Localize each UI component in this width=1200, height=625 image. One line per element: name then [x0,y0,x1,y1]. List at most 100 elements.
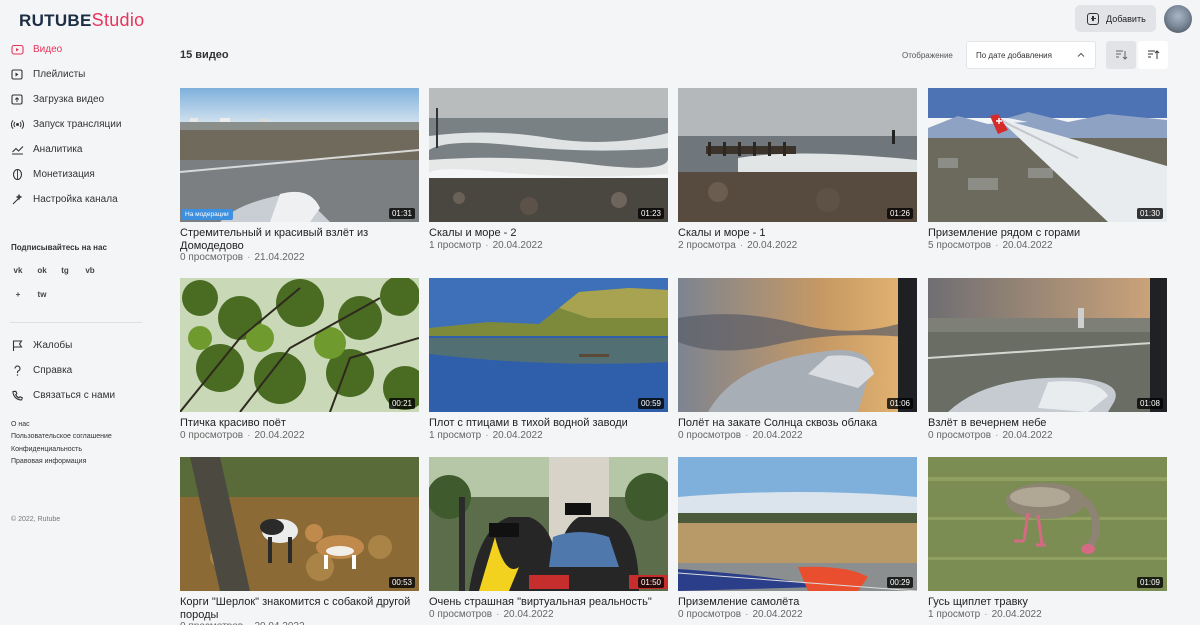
duration-badge: 01:08 [1136,398,1163,409]
video-thumbnail[interactable]: 01:50 [429,457,668,591]
video-thumbnail[interactable]: 00:21 [180,278,419,412]
support-item[interactable]: Жалобы [11,336,72,354]
support-item[interactable]: Связаться с нами [11,386,115,404]
video-title[interactable]: Плот с птицами в тихой водной заводи [429,417,668,430]
video-meta: 0 просмотров · 21.04.2022 [180,252,305,263]
footer-link[interactable]: Пользовательское соглашение [11,433,112,440]
footer-link[interactable]: О нас [11,421,30,428]
sidebar-item[interactable]: Видео [11,40,62,58]
video-views: 0 просмотров [928,430,992,441]
sort-ascending-button[interactable] [1138,41,1168,69]
video-meta: 0 просмотров·20.04.2022 [928,430,1053,441]
meta-separator: · [247,430,251,441]
wand-icon [11,193,24,206]
duration-badge: 00:21 [388,398,415,409]
video-date: 20.04.2022 [991,609,1042,620]
video-thumbnail[interactable]: 01:30 [928,88,1167,222]
video-thumbnail[interactable]: 01:31 На модерации [180,88,419,222]
duration-badge: 01:50 [637,577,664,588]
footer-link[interactable]: Правовая информация [11,458,86,465]
sidebar-item-label: Запуск трансляции [33,118,122,130]
video-title[interactable]: Приземление самолёта [678,596,917,609]
video-title[interactable]: Приземление рядом с горами [928,227,1167,240]
video-views: 0 просмотров [678,609,742,620]
sidebar-item[interactable]: Плейлисты [11,65,85,83]
meta-separator: · [745,609,749,620]
video-thumbnail[interactable]: 01:08 [928,278,1167,412]
support-item[interactable]: Справка [11,361,72,379]
viber-icon[interactable]: vb [83,263,97,277]
video-date: 20.04.2022 [752,609,803,620]
video-thumbnail[interactable]: 00:29 [678,457,917,591]
meta-separator: · [247,252,251,263]
video-meta: 1 просмотр · 20.04.2022 [928,609,1042,620]
video-date: 20.04.2022 [1002,240,1053,251]
sort-descending-button[interactable] [1106,41,1136,69]
video-meta: 0 просмотров·20.04.2022 [180,621,305,625]
flag-icon [11,339,24,352]
duration-badge: 01:31 [388,208,415,219]
video-icon [11,43,24,56]
meta-separator: · [496,609,500,620]
sort-select-value: По дате добавления [976,50,1052,60]
sort-ascending-icon [1148,50,1160,59]
rutube-studio-logo[interactable]: RUTUBEStudio [19,10,144,31]
sidebar-item[interactable]: Настройка канала [11,190,118,208]
sidebar-item-label: Настройка канала [33,193,118,205]
video-thumbnail[interactable]: 00:59 [429,278,668,412]
video-date: 20.04.2022 [492,430,543,441]
add-button[interactable]: Добавить [1075,5,1156,32]
sidebar-item-label: Плейлисты [33,68,86,80]
video-title[interactable]: Очень страшная "виртуальная реальность" [429,596,668,609]
video-meta: 0 просмотров·20.04.2022 [180,430,305,441]
telegram-icon[interactable]: tg [58,263,72,277]
meta-separator: · [739,240,744,251]
video-thumbnail[interactable]: 01:26 [678,88,917,222]
video-title[interactable]: Корги "Шерлок" знакомится с собакой друг… [180,596,419,621]
footer-link[interactable]: Конфиденциальность [11,446,82,453]
meta-separator: · [995,240,999,251]
video-meta: 1 просмотр · 20.04.2022 [429,240,543,251]
video-date: 20.04.2022 [254,430,305,441]
video-views: 2 просмотра [678,240,736,251]
video-title[interactable]: Полёт на закате Солнца сквозь облака [678,417,917,430]
coin-icon [11,168,24,181]
moderation-badge: На модерации [181,209,233,220]
avatar[interactable] [1164,5,1192,33]
twitter-icon[interactable]: tw [35,287,49,301]
video-title[interactable]: Скалы и море - 2 [429,227,668,240]
video-title[interactable]: Гусь щиплет травку [928,596,1167,609]
sidebar-item[interactable]: Загрузка видео [11,90,104,108]
sidebar-item[interactable]: Аналитика [11,140,83,158]
video-meta: 5 просмотров · 20.04.2022 [928,240,1053,251]
plus-square-icon [1087,12,1099,25]
sidebar-item[interactable]: Монетизация [11,165,95,183]
contact-icon [11,389,24,402]
video-title[interactable]: Стремительный и красивый взлёт из Домоде… [180,227,419,252]
video-thumbnail[interactable]: 01:23 [429,88,668,222]
video-thumbnail[interactable]: 01:06 [678,278,917,412]
duration-badge: 01:06 [886,398,913,409]
vk-icon[interactable]: vk [11,263,25,277]
plus-icon[interactable]: + [11,287,25,301]
sort-select[interactable]: По дате добавления [966,41,1096,69]
duration-badge: 01:26 [886,208,913,219]
video-title[interactable]: Скалы и море - 1 [678,227,917,240]
video-meta: 2 просмотра · 20.04.2022 [678,240,797,251]
duration-badge: 00:59 [637,398,664,409]
video-title[interactable]: Птичка красиво поёт [180,417,419,430]
video-date: 20.04.2022 [747,240,798,251]
meta-separator: · [485,430,489,441]
video-date: 20.04.2022 [492,240,543,251]
video-title[interactable]: Взлёт в вечернем небе [928,417,1167,430]
sidebar-item-label: Аналитика [33,143,83,155]
video-meta: 0 просмотров·20.04.2022 [678,430,803,441]
video-views: 1 просмотр [429,430,482,441]
video-thumbnail[interactable]: 00:53 [180,457,419,591]
video-thumbnail[interactable]: 01:09 [928,457,1167,591]
sidebar-item[interactable]: Запуск трансляции [11,115,121,133]
duration-badge: 01:30 [1136,208,1163,219]
ok-icon[interactable]: ok [35,263,49,277]
duration-badge: 00:53 [388,577,415,588]
copyright: © 2022, Rutube [11,516,61,523]
